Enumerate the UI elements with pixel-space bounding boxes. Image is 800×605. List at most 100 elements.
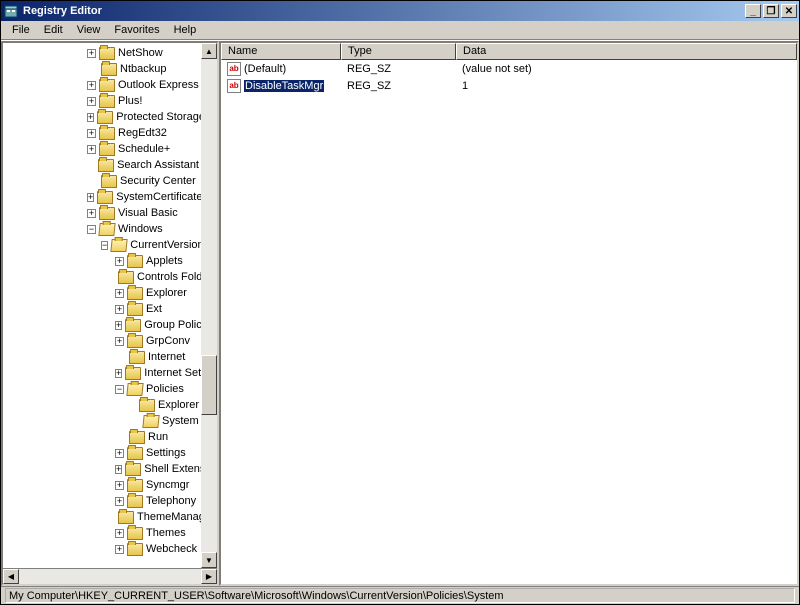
col-data[interactable]: Data — [456, 43, 797, 60]
scroll-thumb[interactable] — [201, 355, 217, 415]
tree-item[interactable]: Search Assistant — [3, 157, 201, 173]
tree-item[interactable]: +SystemCertificates — [3, 189, 201, 205]
expand-icon[interactable]: + — [115, 529, 124, 538]
tree-item[interactable]: Ntbackup — [3, 61, 201, 77]
tree-item[interactable]: − Policies — [3, 381, 201, 397]
tree-item[interactable]: +Protected Storage System Provider — [3, 109, 201, 125]
collapse-icon[interactable]: − — [87, 225, 96, 234]
menu-help[interactable]: Help — [167, 22, 204, 38]
minimize-button[interactable]: _ — [745, 4, 761, 18]
tree-item[interactable]: Internet — [3, 349, 201, 365]
tree-item-label: Explorer — [146, 285, 187, 301]
folder-closed-icon — [127, 543, 143, 556]
expand-icon[interactable]: + — [87, 209, 96, 218]
expand-icon[interactable]: + — [115, 321, 122, 330]
expand-icon[interactable]: + — [115, 305, 124, 314]
tree-hscrollbar[interactable]: ◀ ▶ — [3, 568, 217, 584]
tree-item[interactable]: +Shell Extensions — [3, 461, 201, 477]
expand-icon[interactable]: + — [87, 145, 96, 154]
expand-icon[interactable]: + — [115, 449, 124, 458]
folder-closed-icon — [125, 367, 141, 380]
menu-file[interactable]: File — [5, 22, 37, 38]
maximize-button[interactable]: ❐ — [763, 4, 779, 18]
status-bar: My Computer\HKEY_CURRENT_USER\Software\M… — [1, 586, 799, 604]
expand-icon[interactable]: + — [115, 257, 124, 266]
folder-closed-icon — [139, 399, 155, 412]
expand-icon[interactable]: + — [87, 193, 94, 202]
list-body[interactable]: ab(Default)REG_SZ(value not set)abDisabl… — [221, 60, 797, 584]
tree-item[interactable]: +Settings — [3, 445, 201, 461]
scroll-down-button[interactable]: ▼ — [201, 552, 217, 568]
tree-item[interactable]: +Applets — [3, 253, 201, 269]
tree-item[interactable]: Run — [3, 429, 201, 445]
tree-item[interactable]: +Internet Settings — [3, 365, 201, 381]
tree-item-label: CurrentVersion — [130, 237, 201, 253]
folder-closed-icon — [101, 63, 117, 76]
list-header: Name Type Data — [221, 43, 797, 60]
scroll-right-button[interactable]: ▶ — [201, 569, 217, 584]
no-expand — [87, 65, 98, 74]
tree-item[interactable]: System — [3, 413, 201, 429]
values-pane: Name Type Data ab(Default)REG_SZ(value n… — [219, 41, 799, 586]
tree-item[interactable]: Explorer — [3, 397, 201, 413]
tree-item[interactable]: −Windows — [3, 221, 201, 237]
tree-item[interactable]: +Schedule+ — [3, 141, 201, 157]
scroll-left-button[interactable]: ◀ — [3, 569, 19, 584]
folder-open-icon — [126, 383, 143, 396]
tree-item[interactable]: + Webcheck — [3, 541, 201, 557]
tree-item[interactable]: − CurrentVersion — [3, 237, 201, 253]
list-row[interactable]: abDisableTaskMgrREG_SZ1 — [221, 77, 797, 94]
menu-edit[interactable]: Edit — [37, 22, 70, 38]
tree-item-label: System — [162, 413, 199, 429]
expand-icon[interactable]: + — [87, 49, 96, 58]
scroll-up-button[interactable]: ▲ — [201, 43, 217, 59]
tree-item[interactable]: +Outlook Express — [3, 77, 201, 93]
folder-closed-icon — [127, 303, 143, 316]
tree-item[interactable]: +NetShow — [3, 45, 201, 61]
tree-item[interactable]: +Ext — [3, 301, 201, 317]
collapse-icon[interactable]: − — [101, 241, 108, 250]
folder-closed-icon — [99, 95, 115, 108]
tree-item-label: Run — [148, 429, 168, 445]
list-row[interactable]: ab(Default)REG_SZ(value not set) — [221, 60, 797, 77]
no-expand — [115, 353, 126, 362]
tree-item-label: Policies — [146, 381, 184, 397]
tree-item-label: Search Assistant — [117, 157, 199, 173]
tree-item[interactable]: +Themes — [3, 525, 201, 541]
expand-icon[interactable]: + — [115, 369, 122, 378]
tree-item[interactable]: ThemeManager — [3, 509, 201, 525]
tree-item-label: Webcheck — [146, 541, 197, 557]
expand-icon[interactable]: + — [87, 81, 96, 90]
expand-icon[interactable]: + — [115, 497, 124, 506]
close-button[interactable]: ✕ — [781, 4, 797, 18]
tree-item[interactable]: +Visual Basic — [3, 205, 201, 221]
tree-item-label: Internet — [148, 349, 185, 365]
tree-item[interactable]: +Group Policy — [3, 317, 201, 333]
expand-icon[interactable]: + — [87, 129, 96, 138]
tree-item[interactable]: +RegEdt32 — [3, 125, 201, 141]
menu-favorites[interactable]: Favorites — [107, 22, 166, 38]
collapse-icon[interactable]: − — [115, 385, 124, 394]
tree-item[interactable]: +Syncmgr — [3, 477, 201, 493]
expand-icon[interactable]: + — [115, 545, 124, 554]
col-name[interactable]: Name — [221, 43, 341, 60]
tree-item[interactable]: Controls Folder — [3, 269, 201, 285]
tree-item[interactable]: +Plus! — [3, 93, 201, 109]
tree-item[interactable]: +GrpConv — [3, 333, 201, 349]
expand-icon[interactable]: + — [115, 481, 124, 490]
tree-item-label: Controls Folder — [137, 269, 201, 285]
expand-icon[interactable]: + — [87, 97, 96, 106]
tree-item[interactable]: + Explorer — [3, 285, 201, 301]
expand-icon[interactable]: + — [115, 289, 124, 298]
folder-closed-icon — [127, 255, 143, 268]
col-type[interactable]: Type — [341, 43, 456, 60]
tree-scroll[interactable]: +NetShowNtbackup+Outlook Express+Plus!+P… — [3, 43, 201, 568]
folder-closed-icon — [127, 495, 143, 508]
tree-item[interactable]: +Telephony — [3, 493, 201, 509]
tree-item[interactable]: Security Center — [3, 173, 201, 189]
menu-view[interactable]: View — [70, 22, 108, 38]
expand-icon[interactable]: + — [115, 337, 124, 346]
expand-icon[interactable]: + — [115, 465, 122, 474]
tree-vscrollbar[interactable]: ▲ ▼ — [201, 43, 217, 568]
expand-icon[interactable]: + — [87, 113, 94, 122]
